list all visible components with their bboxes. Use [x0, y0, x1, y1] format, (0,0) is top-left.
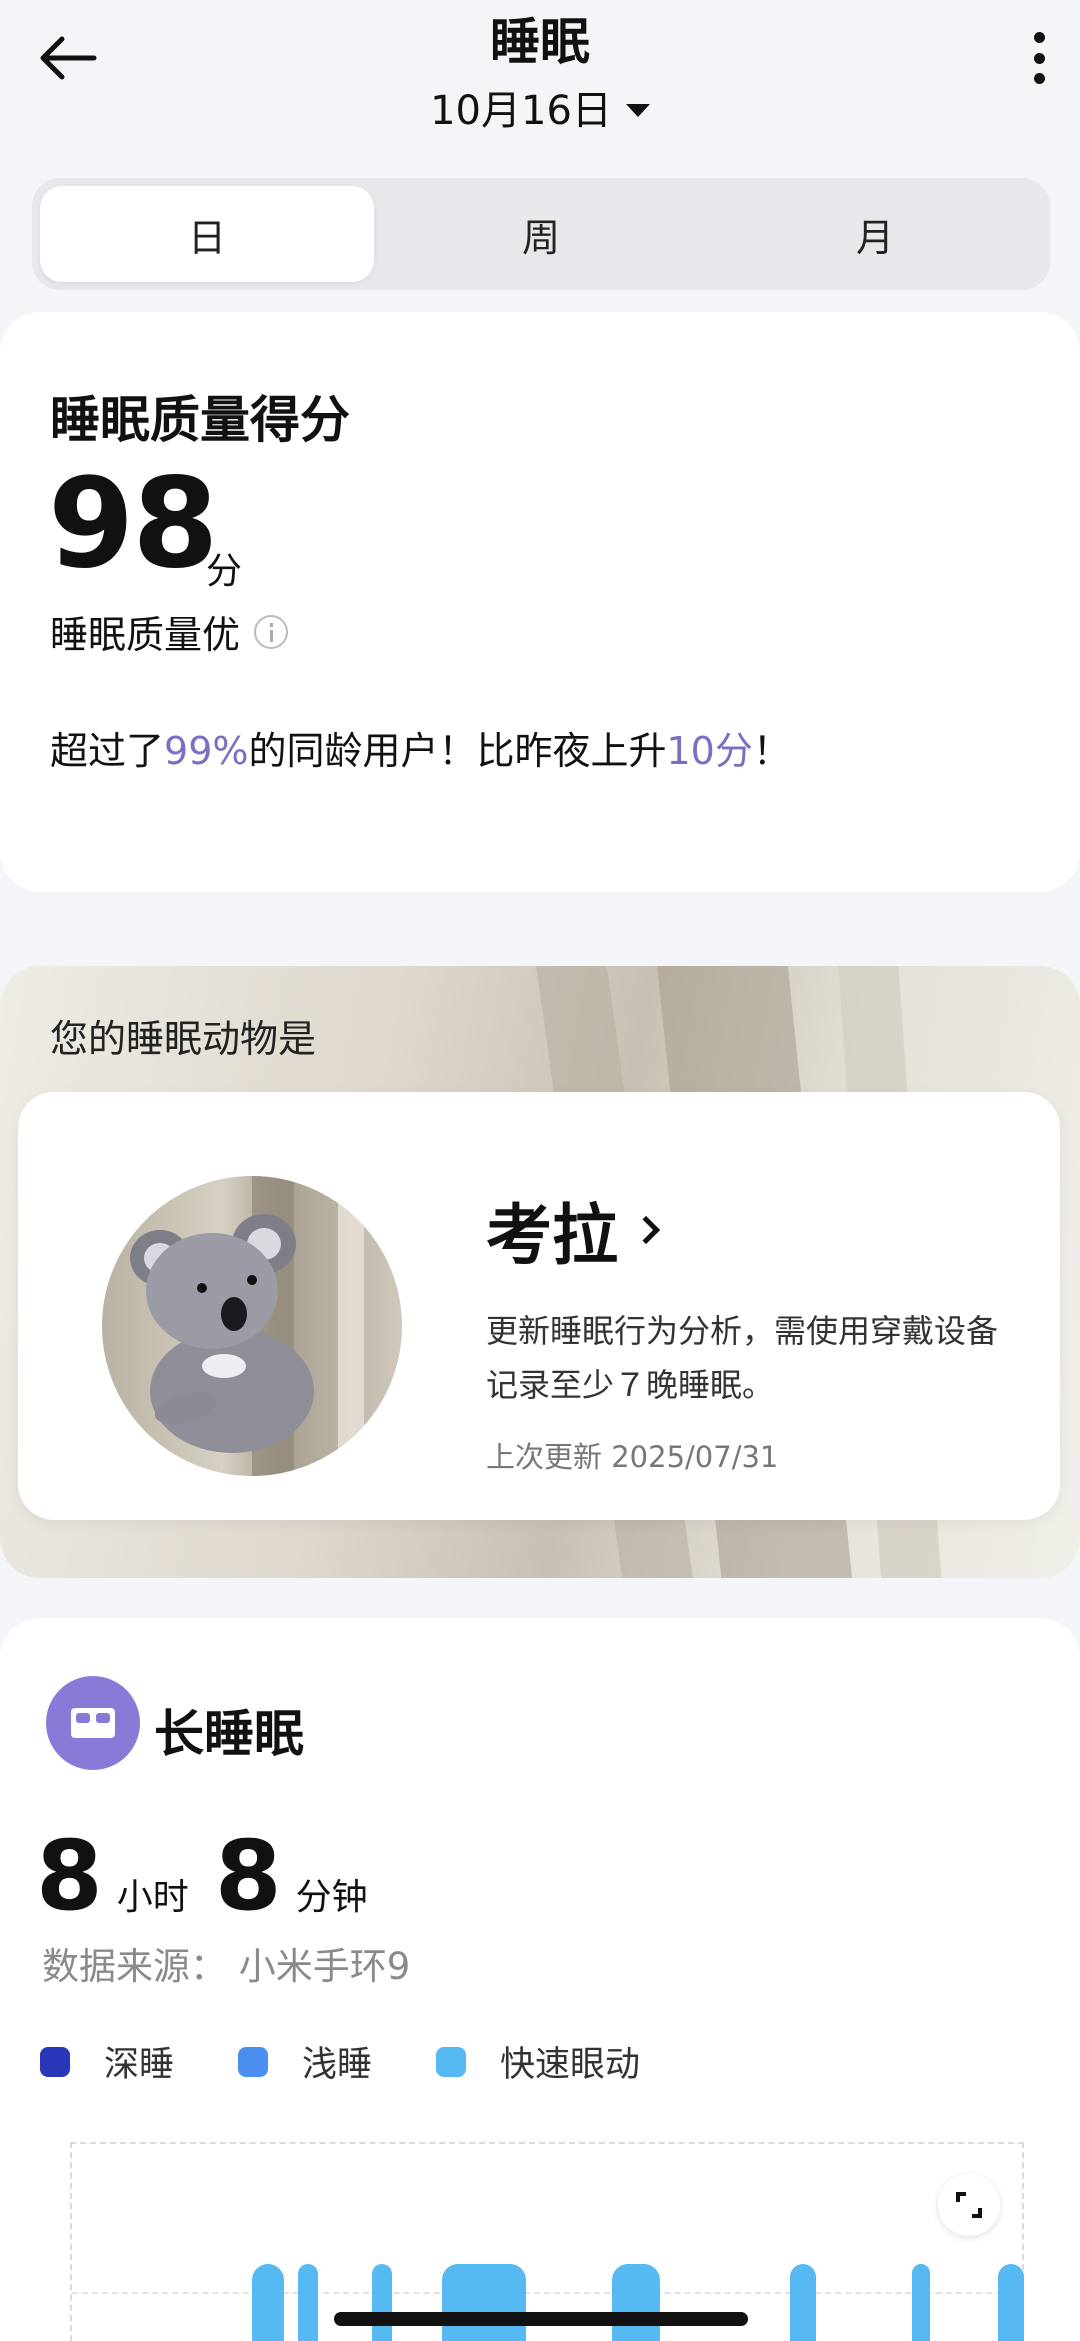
date-label: 10月16日 [430, 88, 612, 134]
minutes-unit: 分钟 [295, 1877, 368, 1918]
compare-prefix: 超过了 [50, 729, 165, 773]
sleep-duration: 8 小时 8 分钟 [36, 1828, 394, 1924]
legend-label: 快速眼动 [500, 2045, 641, 2085]
light-sleep-swatch [238, 2046, 269, 2077]
score-level-text: 睡眠质量优 [50, 613, 241, 657]
duration-minutes: 8 [214, 1820, 282, 1932]
koala-icon [130, 1176, 364, 1476]
rem-sleep-swatch [436, 2046, 467, 2077]
bed-icon [71, 1708, 115, 1738]
koala-image [102, 1176, 402, 1476]
legend-label: 浅睡 [302, 2045, 373, 2085]
rem-bar [442, 2264, 526, 2341]
rem-bar [252, 2264, 284, 2341]
compare-middle: 的同龄用户！比昨夜上升 [248, 729, 667, 773]
more-options-button[interactable] [1026, 30, 1052, 86]
duration-hours: 8 [36, 1820, 103, 1932]
hours-unit: 小时 [116, 1877, 189, 1918]
score-comparison: 超过了99%的同龄用户！比昨夜上升10分！ [50, 720, 791, 775]
percentile-value: 99% [164, 729, 249, 773]
chevron-right-icon [631, 1215, 661, 1245]
rem-bar [612, 2264, 660, 2341]
last-updated: 上次更新 2025/07/31 [486, 1440, 779, 1474]
home-indicator[interactable] [334, 2312, 748, 2326]
chart-gridline [72, 2292, 1022, 2294]
sleep-stage-legend: 深睡 浅睡 快速眼动 [40, 2036, 704, 2087]
sleep-animal-card[interactable]: 您的睡眠动物是 考拉 更新睡眠行为分析，需使用穿戴设备记录至少７晚睡眠。 上次更… [0, 966, 1080, 1578]
score-value: 98 [48, 452, 219, 596]
compare-suffix: ！ [752, 729, 791, 773]
long-sleep-card: 长睡眠 8 小时 8 分钟 数据来源： 小米手环9 深睡 浅睡 快速眼动 [0, 1618, 1080, 2341]
increase-value: 10分 [666, 729, 753, 773]
data-source: 数据来源： 小米手环9 [42, 1945, 411, 1988]
date-selector[interactable]: 10月16日 [0, 78, 1080, 136]
legend-label: 深睡 [104, 2045, 175, 2085]
app-header: 睡眠 10月16日 [0, 0, 1080, 170]
legend-deep-sleep: 深睡 [40, 2036, 174, 2087]
expand-chart-button[interactable] [938, 2174, 1000, 2236]
animal-label: 您的睡眠动物是 [50, 1017, 317, 1061]
caret-down-icon [625, 103, 650, 117]
sleep-score-card: 睡眠质量得分 98 分 睡眠质量优 超过了99%的同龄用户！比昨夜上升10分！ [0, 312, 1080, 892]
deep-sleep-swatch [40, 2046, 70, 2077]
rem-bar [372, 2264, 392, 2341]
tab-day[interactable]: 日 [40, 186, 374, 282]
long-sleep-title: 长睡眠 [154, 1705, 304, 1763]
tab-week[interactable]: 周 [374, 186, 708, 282]
period-tabs: 日 周 月 [32, 178, 1050, 290]
animal-detail-panel[interactable]: 考拉 更新睡眠行为分析，需使用穿戴设备记录至少７晚睡眠。 上次更新 2025/0… [18, 1092, 1060, 1520]
page-title: 睡眠 [490, 13, 590, 71]
more-vertical-icon [1033, 32, 1045, 43]
legend-light-sleep: 浅睡 [238, 2036, 372, 2087]
animal-description: 更新睡眠行为分析，需使用穿戴设备记录至少７晚睡眠。 [486, 1312, 999, 1404]
rem-bar [790, 2264, 816, 2341]
expand-icon [956, 2192, 982, 2218]
rem-bar [298, 2264, 318, 2341]
score-level: 睡眠质量优 [50, 604, 289, 659]
animal-name-link[interactable]: 考拉 [486, 1182, 661, 1278]
animal-name: 考拉 [486, 1197, 618, 1274]
tab-month[interactable]: 月 [708, 186, 1042, 282]
bed-icon-badge [46, 1676, 140, 1770]
legend-rem-sleep: 快速眼动 [436, 2036, 640, 2087]
score-heading: 睡眠质量得分 [50, 391, 350, 449]
rem-bar [912, 2264, 930, 2341]
info-icon[interactable] [254, 614, 289, 649]
rem-bar [998, 2264, 1024, 2341]
score-unit: 分 [206, 551, 243, 592]
